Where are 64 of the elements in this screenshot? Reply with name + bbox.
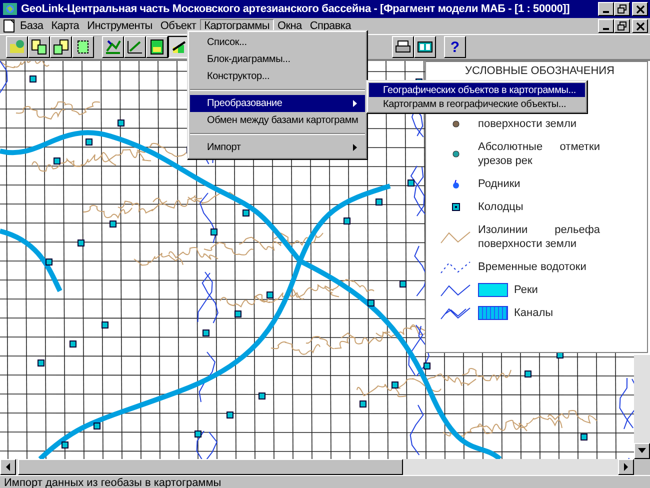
help-button[interactable]: ? [444,36,466,58]
menu-item[interactable]: Блок-диаграммы... [190,51,365,68]
down-arrow-icon [638,448,646,454]
line-icon [440,283,472,297]
scroll-thumb[interactable] [18,459,403,475]
menu-item[interactable]: Справка [306,20,355,32]
menu-item[interactable]: Конструктор... [190,68,365,85]
globe-icon [2,2,18,16]
canal-swatch [478,306,508,320]
restore-button[interactable] [614,2,630,16]
left-arrow-icon [5,463,11,471]
menu-item[interactable]: Окна [274,20,306,32]
window-title: GeoLink-Центральная часть Московского артезианского бассейна - [Фрагмент модели МАБ - [1 : 50000]] [21,3,570,15]
menu-item[interactable]: Географических объектов в картограммы... [369,83,585,97]
restore-button[interactable] [614,19,630,33]
legend-label: Родники [478,177,522,191]
menu-item[interactable]: Обмен между базами картограмм [190,112,365,129]
point-icon [452,150,460,158]
legend-label: Временные водотоки [478,260,588,274]
scroll-left-button[interactable] [0,459,16,475]
legend-label: Колодцы [478,200,524,214]
restore-icon [616,20,628,32]
legend-label: Каналы [514,306,554,320]
menu-item[interactable]: Список... [190,34,365,51]
menu-item[interactable]: Карта [47,20,84,32]
double-line-icon [440,306,472,320]
scroll-right-button[interactable] [618,459,634,475]
contour-line-icon [440,230,472,244]
folder-icon [8,38,26,56]
legend-label: Изолинии рельефа поверхности земли [478,223,600,251]
menu-item[interactable]: База [16,20,48,32]
documents-icon [30,38,48,56]
square-icon [452,203,460,211]
minimize-button[interactable] [598,2,614,16]
legend-label: Реки [514,283,538,297]
save-icon [148,38,166,56]
river-swatch [478,283,508,297]
right-arrow-icon [623,463,629,471]
dashed-line-icon [440,260,472,274]
status-bar: Импорт данных из геобазы в картограммы [0,475,650,488]
close-button[interactable] [632,2,648,16]
restore-icon [616,3,628,15]
point-icon [452,120,460,128]
submenu-arrow-icon [353,144,357,151]
menu-item[interactable]: Инструменты [83,20,156,32]
drop-icon [452,179,460,189]
menu-item[interactable]: Импорт [190,139,365,156]
print-button[interactable] [392,36,414,58]
submenu-arrow-icon [353,100,357,107]
scroll-down-button[interactable] [634,443,650,459]
minimize-icon [603,11,609,13]
menu-item[interactable]: Преобразование [190,95,365,112]
legend-label: Абсолютные отметки урезов рек [478,140,600,168]
minimize-button[interactable] [598,19,614,33]
close-icon [634,3,646,15]
documents-icon [52,38,70,56]
scrollbar[interactable] [634,355,650,459]
close-button[interactable] [632,19,648,33]
minimize-icon [603,28,609,30]
close-icon [634,20,646,32]
legend-label: поверхности земли [478,117,578,131]
menu-item[interactable]: Картограмм в географические объекты... [369,97,585,111]
legend-title: УСЛОВНЫЕ ОБОЗНАЧЕНИЯ [464,65,616,77]
menu-item[interactable]: Объект [156,20,200,32]
